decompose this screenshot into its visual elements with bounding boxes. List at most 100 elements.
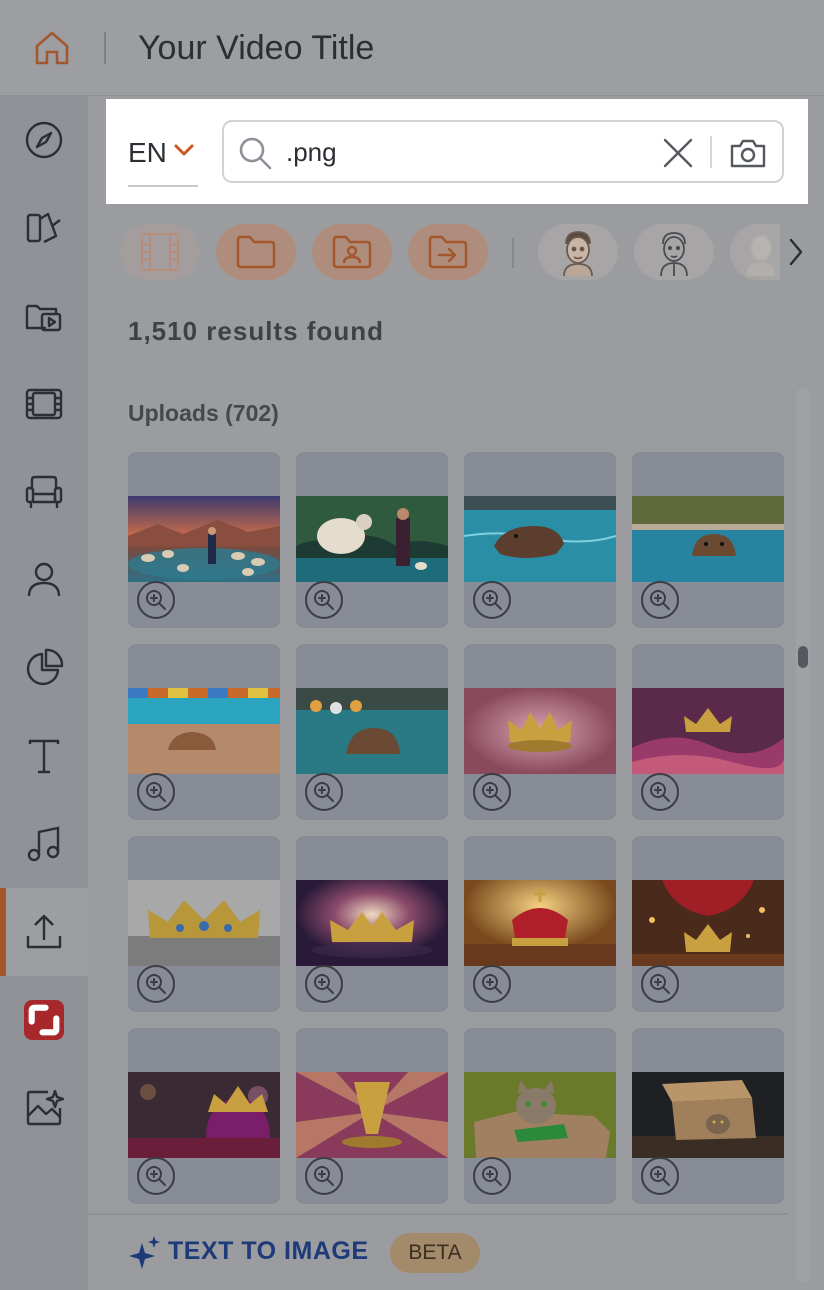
zoom-in-icon <box>473 965 511 1003</box>
media-tile[interactable] <box>632 452 784 628</box>
zoom-in-icon <box>305 581 343 619</box>
media-tile[interactable] <box>296 452 448 628</box>
top-bar: Your Video Title <box>0 0 824 96</box>
media-tile[interactable] <box>464 1028 616 1204</box>
search-icon <box>239 137 272 170</box>
home-button[interactable] <box>30 26 74 70</box>
thumbnail-image <box>296 880 448 966</box>
nav-media[interactable] <box>0 272 88 360</box>
nav-characters[interactable] <box>0 536 88 624</box>
uploads-section-title: Uploads (702) <box>128 400 279 426</box>
thumbnail-image <box>632 1072 784 1158</box>
nav-charts[interactable] <box>0 624 88 712</box>
nav-scenes[interactable] <box>0 448 88 536</box>
thumbnail-image <box>464 496 616 582</box>
search-row: EN <box>106 99 808 204</box>
media-tile[interactable] <box>632 1028 784 1204</box>
nav-music[interactable] <box>0 800 88 888</box>
zoom-button[interactable] <box>472 1156 512 1196</box>
filter-folder[interactable] <box>216 224 296 280</box>
zoom-button[interactable] <box>472 580 512 620</box>
filter-character-3[interactable] <box>730 224 780 280</box>
zoom-button[interactable] <box>304 580 344 620</box>
media-tile[interactable] <box>632 644 784 820</box>
scrollbar-thumb[interactable] <box>798 646 808 668</box>
media-tile[interactable] <box>464 644 616 820</box>
filter-video[interactable] <box>120 224 200 280</box>
media-tile[interactable] <box>296 1028 448 1204</box>
faded-avatar-icon <box>746 235 775 276</box>
filter-user-folder[interactable] <box>312 224 392 280</box>
filter-divider <box>512 238 514 268</box>
cartoon-avatar-icon <box>563 231 593 276</box>
filter-import-folder[interactable] <box>408 224 488 280</box>
zoom-button[interactable] <box>640 772 680 812</box>
zoom-in-icon <box>641 581 679 619</box>
zoom-button[interactable] <box>472 964 512 1004</box>
zoom-in-icon <box>305 965 343 1003</box>
zoom-in-icon <box>641 773 679 811</box>
video-title[interactable]: Your Video Title <box>138 26 374 70</box>
nav-brand-app[interactable] <box>0 976 88 1064</box>
zoom-button[interactable] <box>304 1156 344 1196</box>
media-tile[interactable] <box>128 452 280 628</box>
thumbnail-image <box>632 688 784 774</box>
zoom-button[interactable] <box>640 1156 680 1196</box>
nav-ai-image[interactable] <box>0 1064 88 1152</box>
thumbnail-image <box>296 496 448 582</box>
media-tile[interactable] <box>464 836 616 1012</box>
zoom-button[interactable] <box>640 580 680 620</box>
zoom-in-icon <box>305 773 343 811</box>
media-tile[interactable] <box>296 836 448 1012</box>
close-icon <box>663 138 693 168</box>
title-divider <box>104 32 106 64</box>
media-tile[interactable] <box>128 644 280 820</box>
media-tile[interactable] <box>632 836 784 1012</box>
media-tile[interactable] <box>296 644 448 820</box>
thumbnail-image <box>296 688 448 774</box>
film-strip-icon <box>25 388 63 420</box>
thumbnail-image <box>464 880 616 966</box>
zoom-button[interactable] <box>136 772 176 812</box>
nav-video[interactable] <box>0 360 88 448</box>
zoom-button[interactable] <box>136 1156 176 1196</box>
scrollbar-track[interactable] <box>796 388 810 1282</box>
clear-search-button[interactable] <box>660 135 696 171</box>
nav-uploads[interactable] <box>0 888 88 976</box>
nav-text[interactable] <box>0 712 88 800</box>
zoom-in-icon <box>305 1157 343 1195</box>
music-note-icon <box>27 826 60 862</box>
filter-character-2[interactable] <box>634 224 714 280</box>
nav-explore[interactable] <box>0 96 88 184</box>
zoom-button[interactable] <box>472 772 512 812</box>
home-icon <box>35 31 69 65</box>
templates-icon <box>26 212 61 244</box>
person-icon <box>27 562 61 597</box>
text-to-image-bar[interactable]: TEXT TO IMAGE BETA <box>88 1213 788 1290</box>
filter-character-1[interactable] <box>538 224 618 280</box>
media-tile[interactable] <box>128 836 280 1012</box>
search-divider <box>710 136 712 168</box>
nav-templates[interactable] <box>0 184 88 272</box>
search-box <box>222 120 784 183</box>
thumbnail-image <box>296 1072 448 1158</box>
zoom-button[interactable] <box>136 964 176 1004</box>
thumbnail-image <box>464 1072 616 1158</box>
image-search-button[interactable] <box>728 134 768 172</box>
zoom-button[interactable] <box>640 964 680 1004</box>
zoom-button[interactable] <box>136 580 176 620</box>
zoom-in-icon <box>137 773 175 811</box>
chevron-right-icon <box>789 238 803 266</box>
language-select[interactable]: EN <box>128 133 198 187</box>
beta-badge: BETA <box>390 1233 480 1273</box>
thumbnail-image <box>128 1072 280 1158</box>
zoom-in-icon <box>473 773 511 811</box>
filter-next-button[interactable] <box>782 234 810 270</box>
search-input[interactable] <box>286 132 646 172</box>
media-tile[interactable] <box>128 1028 280 1204</box>
zoom-button[interactable] <box>304 772 344 812</box>
media-tile[interactable] <box>464 452 616 628</box>
zoom-button[interactable] <box>304 964 344 1004</box>
sketch-avatar-icon <box>660 232 688 276</box>
left-sidebar <box>0 96 88 1290</box>
